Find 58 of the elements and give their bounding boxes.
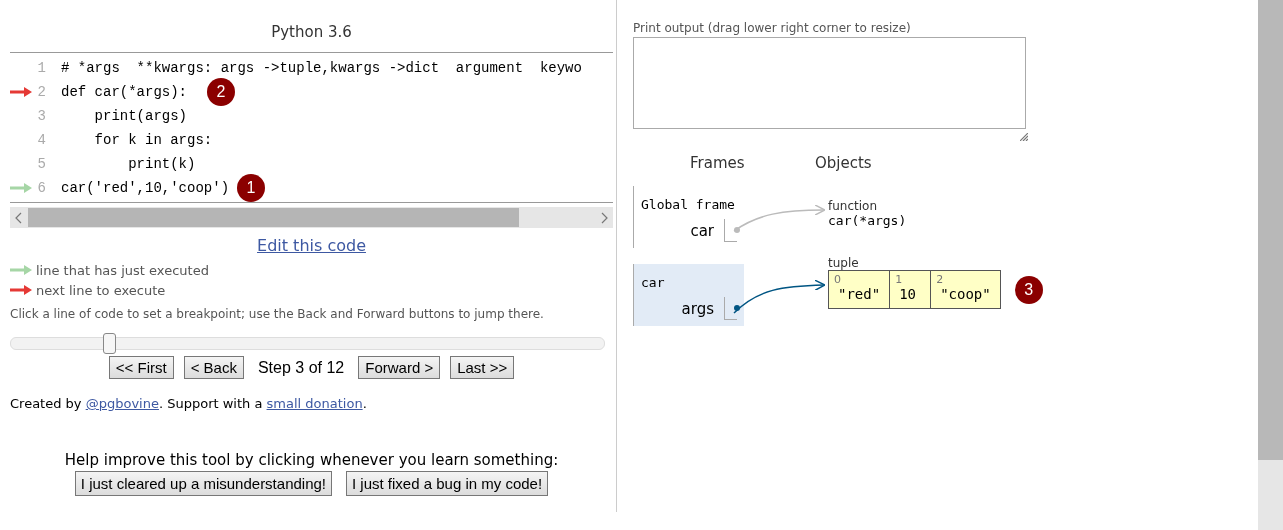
- tuple-index: 0: [834, 273, 842, 286]
- tuple-value: "coop": [939, 286, 992, 302]
- line-number: 3: [36, 108, 46, 124]
- code-line[interactable]: for k in args:: [61, 132, 213, 148]
- nav-button[interactable]: << First: [108, 356, 174, 379]
- annotation-badge: 2: [207, 78, 236, 106]
- code-line[interactable]: print(args): [61, 108, 188, 124]
- code-line[interactable]: def car(*args):: [61, 84, 188, 100]
- horizontal-scrollbar[interactable]: [10, 207, 613, 228]
- objects-header: Objects: [815, 154, 872, 172]
- tuple-index: 2: [936, 273, 945, 286]
- output-label: Print output (drag lower right corner to resize): [633, 21, 912, 35]
- tuple-index: 1: [895, 273, 904, 286]
- hint-text: Click a line of code to set a breakpoint; use the Back and Forward buttons to jump there.: [10, 307, 545, 321]
- feedback-button[interactable]: I just fixed a bug in my code!: [346, 471, 549, 496]
- line-number: 2: [36, 84, 46, 100]
- step-counter: Step 3 of 12: [257, 358, 345, 377]
- slider-thumb[interactable]: [103, 333, 116, 354]
- print-output-box[interactable]: [633, 37, 1026, 129]
- tuple-value: 10: [898, 286, 917, 302]
- function-object: car(*args): [828, 213, 907, 228]
- pointer-slot: [724, 219, 737, 242]
- code-line[interactable]: print(k): [61, 156, 196, 172]
- credit-link[interactable]: small donation: [266, 396, 363, 411]
- edit-code-link[interactable]: Edit this code: [257, 236, 366, 255]
- page-scrollbar[interactable]: [1258, 0, 1283, 530]
- pointer-slot: [724, 297, 737, 320]
- arrow-icon: [10, 285, 32, 295]
- nav-button[interactable]: Last >>: [450, 356, 515, 379]
- arrow-icon: [10, 265, 32, 275]
- credit-link[interactable]: @pgbovine: [85, 396, 159, 411]
- code-line[interactable]: car('red',10,'coop'): [61, 180, 230, 196]
- arrow-icon: [10, 183, 32, 193]
- nav-button[interactable]: < Back: [183, 356, 244, 379]
- credit-text: Created by @pgbovine. Support with a small donation.: [10, 396, 368, 411]
- legend-text: line that has just executed: [36, 262, 209, 278]
- line-number: 1: [36, 60, 46, 76]
- line-number: 4: [36, 132, 46, 148]
- object-type-label: function: [828, 199, 879, 213]
- arrow-icon: [10, 87, 32, 97]
- frame-name: Global frame: [641, 197, 735, 212]
- annotation-badge: 3: [1014, 275, 1043, 304]
- frames-header: Frames: [690, 154, 745, 172]
- nav-button[interactable]: Forward >: [358, 356, 441, 379]
- line-number: 6: [36, 180, 46, 196]
- frame-name: car: [641, 275, 665, 290]
- line-number: 5: [36, 156, 46, 172]
- feedback-button[interactable]: I just cleared up a misunderstanding!: [74, 471, 332, 496]
- feedback-prompt: Help improve this tool by clicking whenever you learn something:: [63, 451, 560, 469]
- tuple-value: "red": [837, 286, 882, 302]
- resize-grip-icon[interactable]: [1020, 133, 1028, 141]
- variable-name: args: [681, 299, 714, 318]
- legend-text: next line to execute: [36, 282, 166, 298]
- annotation-badge: 1: [237, 174, 266, 202]
- variable-name: car: [690, 221, 714, 240]
- language-title: Python 3.6: [10, 0, 613, 53]
- object-type-label: tuple: [828, 256, 860, 270]
- code-line[interactable]: # *args **kwargs: args ->tuple,kwargs ->dict argument keywo: [61, 60, 582, 76]
